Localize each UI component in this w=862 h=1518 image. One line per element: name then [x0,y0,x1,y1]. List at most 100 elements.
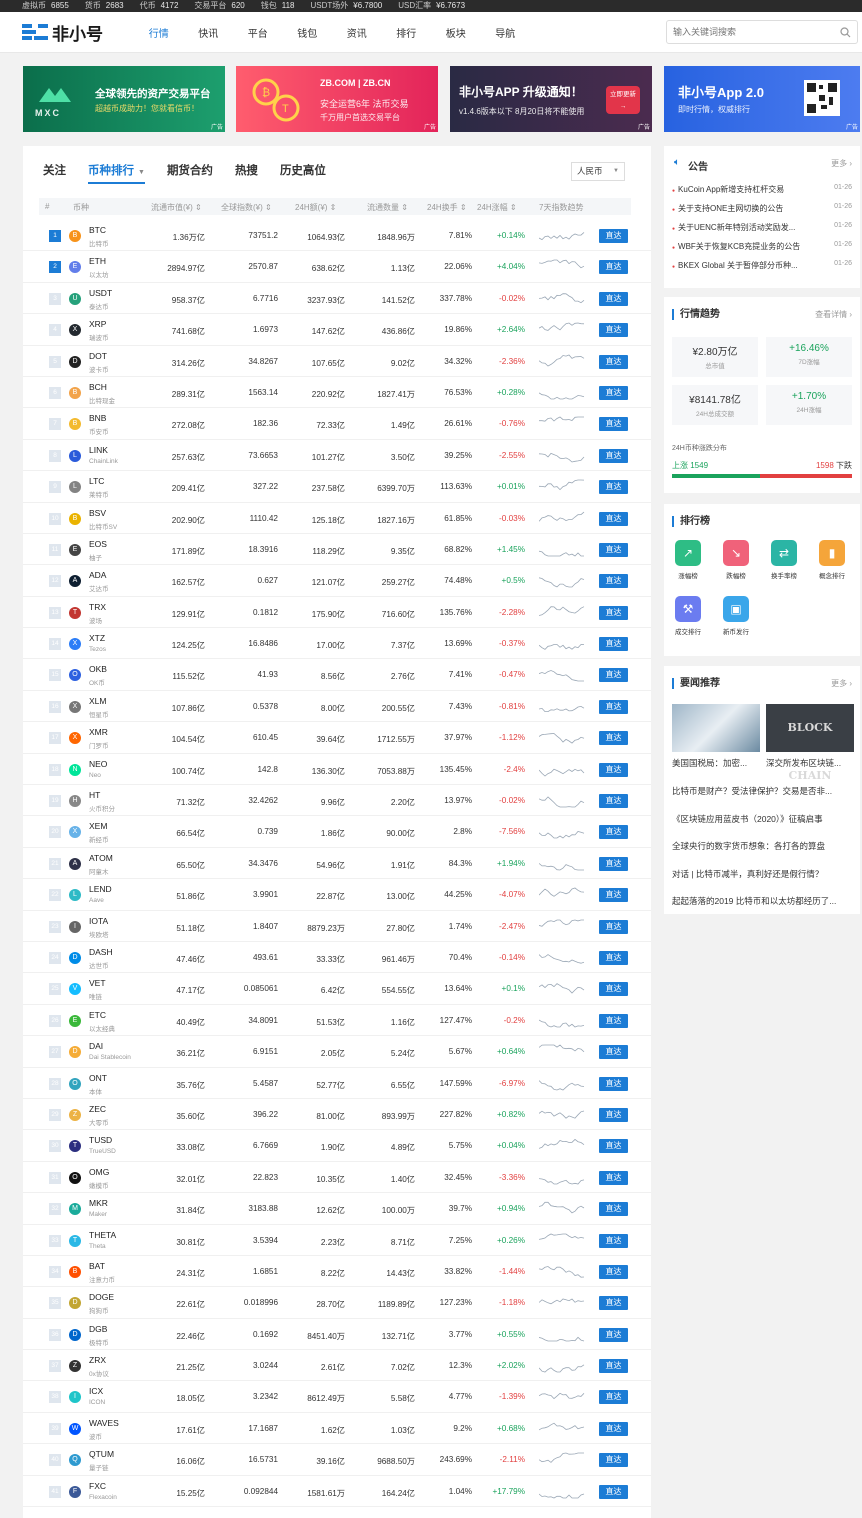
coin-row[interactable]: 29 Z ZEC 大零币 35.60亿 396.22 81.00亿 893.99万 227.82… [23,1099,651,1131]
ranking-link[interactable]: ⚒ 成交排行 [668,596,708,636]
goto-button[interactable]: 直达 [599,888,628,903]
goto-button[interactable]: 直达 [599,385,628,400]
coin-symbol[interactable]: OKB [89,664,107,674]
banner-app-update[interactable]: 非小号APP 升级通知！ v1.4.6版本以下 8月20日将不能使用 立即更新 →… [450,66,652,132]
coin-symbol[interactable]: VET [89,978,106,988]
goto-button[interactable]: 直达 [599,605,628,620]
coin-row[interactable]: 14 X XTZ Tezos 124.25亿 16.8486 17.00亿 7.37亿 13.6… [23,628,651,660]
update-now-button[interactable]: 立即更新 → [606,86,640,114]
coin-row[interactable]: 6 B BCH 比特现金 289.31亿 1563.14 220.92亿 1827.41万 76… [23,377,651,409]
coin-symbol[interactable]: BNB [89,413,106,423]
goto-button[interactable]: 直达 [599,323,628,338]
news-item[interactable]: 起起落落的2019 比特币和以太坊都经历了... [672,895,854,907]
coin-symbol[interactable]: ETC [89,1010,106,1020]
goto-button[interactable]: 直达 [599,794,628,809]
tab-4[interactable]: 历史高位 [280,162,326,178]
coin-row[interactable]: 28 O ONT 本体 35.76亿 5.4587 52.77亿 6.55亿 147.59% -6… [23,1068,651,1099]
coin-symbol[interactable]: MKR [89,1198,108,1208]
announcement-more-link[interactable]: 更多 › [831,158,852,169]
nav-link-3[interactable]: 钱包 [283,25,333,40]
search-icon[interactable] [840,26,851,38]
news-item[interactable]: 比特币是财产？受法律保护？交易是否非... [672,785,854,797]
trend-more-link[interactable]: 查看详情 › [815,309,852,320]
goto-button[interactable]: 直达 [599,1107,628,1122]
ranking-link[interactable]: ↗ 涨幅榜 [668,540,708,580]
coin-row[interactable]: 23 I IOTA 埃欧塔 51.18亿 1.8407 8879.23万 27.80亿 1.74… [23,911,651,942]
news-image-2-caption[interactable]: 深交所发布区块链... [766,757,854,769]
goto-button[interactable]: 直达 [599,574,628,589]
coin-symbol[interactable]: HT [89,790,100,800]
news-image-2[interactable]: BLOCK CHAIN [766,704,854,782]
tab-2[interactable]: 期货合约 [167,162,213,178]
coin-symbol[interactable]: XMR [89,727,108,737]
goto-button[interactable]: 直达 [599,1484,628,1499]
goto-button[interactable]: 直达 [599,1327,628,1342]
news-image-1[interactable] [672,704,760,752]
coin-symbol[interactable]: LINK [89,445,108,455]
goto-button[interactable]: 直达 [599,511,628,526]
banner-app2[interactable]: 非小号App 2.0 即时行情，权威排行 广告 [664,66,860,132]
col-header-7[interactable]: 24H涨幅 ⇕ [477,202,517,213]
announcement-item[interactable]: ● 关于支持ONE主网切换的公告 01-26 [672,203,852,214]
goto-button[interactable]: 直达 [599,637,628,652]
goto-button[interactable]: 直达 [599,1139,628,1154]
coin-symbol[interactable]: QTUM [89,1449,114,1459]
goto-button[interactable]: 直达 [599,1296,628,1311]
coin-symbol[interactable]: ZRX [89,1355,106,1365]
currency-select[interactable]: 人民币 ▼ [571,162,625,181]
coin-symbol[interactable]: EOS [89,539,107,549]
goto-button[interactable]: 直达 [599,1233,628,1248]
goto-button[interactable]: 直达 [599,260,628,275]
coin-symbol[interactable]: DGB [89,1324,107,1334]
coin-row[interactable]: 41 F FXC Flexacoin 15.25亿 0.092844 1581.61万 164… [23,1476,651,1508]
coin-symbol[interactable]: XRP [89,319,106,329]
site-logo[interactable]: 非小号 [22,20,122,45]
coin-symbol[interactable]: ADA [89,570,106,580]
goto-button[interactable]: 直达 [599,417,628,432]
goto-button[interactable]: 直达 [599,919,628,934]
news-more-link[interactable]: 更多 › [831,678,852,689]
coin-row[interactable]: 36 D DGB 极特币 22.46亿 0.1692 8451.40万 132.71亿 3.77… [23,1319,651,1351]
coin-row[interactable]: 3 U USDT 泰达币 958.37亿 6.7716 3237.93亿 141.52亿 337… [23,283,651,315]
coin-symbol[interactable]: FXC [89,1481,106,1491]
announcement-item[interactable]: ● KuCoin App新增支持杠杆交易 01-26 [672,184,852,195]
ranking-link[interactable]: ▮ 概念排行 [812,540,852,580]
coin-row[interactable]: 11 E EOS 柚子 171.89亿 18.3916 118.29亿 9.35亿 68.82%… [23,534,651,566]
col-header-3[interactable]: 全球指数(¥) ⇕ [221,202,272,213]
coin-symbol[interactable]: USDT [89,288,112,298]
coin-row[interactable]: 8 L LINK ChainLink 257.63亿 73.6653 101.27亿 3.50… [23,440,651,472]
coin-symbol[interactable]: ZEC [89,1104,106,1114]
coin-symbol[interactable]: DASH [89,947,113,957]
goto-button[interactable]: 直达 [599,1202,628,1217]
coin-symbol[interactable]: TUSD [89,1135,112,1145]
coin-row[interactable]: 20 X XEM 新经币 66.54亿 0.739 1.86亿 90.00亿 2.8% -7.56… [23,816,651,848]
goto-button[interactable]: 直达 [599,731,628,746]
coin-row[interactable]: 10 B BSV 比特币SV 202.90亿 1110.42 125.18亿 1827.16万… [23,503,651,534]
col-header-4[interactable]: 24H额(¥) ⇕ [295,202,336,213]
tab-3[interactable]: 热搜 [235,162,258,178]
news-item[interactable]: 对话 | 比特币减半，真利好还是假行情？ [672,868,854,880]
coin-symbol[interactable]: XLM [89,696,106,706]
coin-row[interactable]: 32 M MKR Maker 31.84亿 3183.88 12.62亿 100.00万 39.… [23,1193,651,1225]
coin-symbol[interactable]: ICX [89,1386,103,1396]
coin-symbol[interactable]: THETA [89,1230,116,1240]
goto-button[interactable]: 直达 [599,1390,628,1405]
coin-row[interactable]: 26 E ETC 以太经典 40.49亿 34.8091 51.53亿 1.16亿 127.47… [23,1005,651,1037]
coin-symbol[interactable]: BCH [89,382,107,392]
nav-link-6[interactable]: 板块 [431,25,481,40]
goto-button[interactable]: 直达 [599,291,628,306]
coin-symbol[interactable]: BTC [89,225,106,235]
coin-symbol[interactable]: NEO [89,759,107,769]
coin-symbol[interactable]: TRX [89,602,106,612]
goto-button[interactable]: 直达 [599,982,628,997]
announcement-item[interactable]: ● WBF关于恢复KCB充提业务的公告 01-26 [672,241,852,252]
coin-row[interactable]: 5 D DOT 波卡币 314.26亿 34.8267 107.65亿 9.02亿 34.32%… [23,346,651,377]
coin-symbol[interactable]: DOGE [89,1292,114,1302]
coin-symbol[interactable]: IOTA [89,916,108,926]
goto-button[interactable]: 直达 [599,1264,628,1279]
coin-row[interactable]: 18 N NEO Neo 100.74亿 142.8 136.30亿 7053.88万 135.… [23,754,651,786]
coin-row[interactable]: 30 T TUSD TrueUSD 33.08亿 6.7669 1.90亿 4.89亿 5.75… [23,1130,651,1162]
coin-row[interactable]: 19 H HT 火币积分 71.32亿 32.4262 9.96亿 2.20亿 13.97% -0… [23,785,651,817]
coin-symbol[interactable]: DOT [89,351,107,361]
col-header-6[interactable]: 24H换手 ⇕ [427,202,467,213]
